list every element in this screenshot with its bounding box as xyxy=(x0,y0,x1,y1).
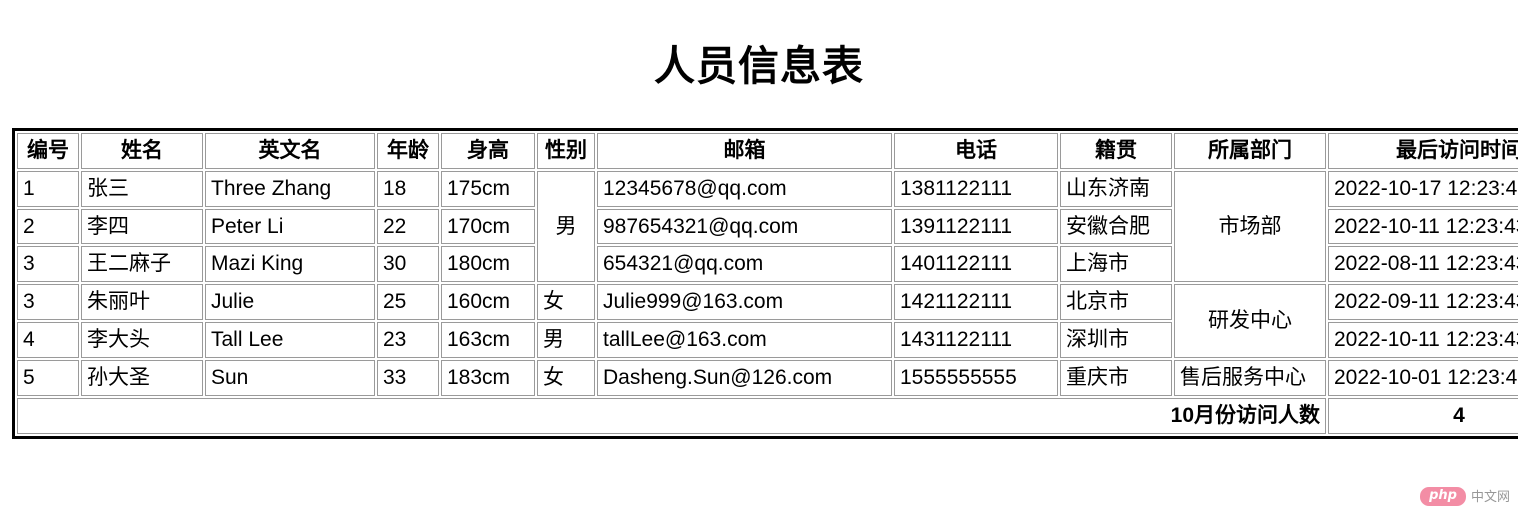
table-row: 3 朱丽叶 Julie 25 160cm 女 Julie999@163.com … xyxy=(17,284,1518,358)
header-age: 年龄 xyxy=(377,133,439,169)
header-native: 籍贯 xyxy=(1060,133,1172,169)
cell-height: 183cm xyxy=(441,359,535,396)
cell-height: 175cm xyxy=(441,170,535,207)
cell-name: 孙大圣 xyxy=(81,359,203,396)
cell-last-visit: 2022-08-11 12:23:43 xyxy=(1328,246,1518,283)
cell-name: 李大头 xyxy=(81,322,203,358)
table-row: 1 张三 Three Zhang 18 175cm 男 12345678@qq.… xyxy=(17,170,1518,283)
cell-name: 李四 xyxy=(81,208,203,245)
cell-email: 654321@qq.com xyxy=(597,246,892,283)
cell-name: 朱丽叶 xyxy=(81,284,203,321)
cell-gender: 女 xyxy=(537,284,595,321)
cell-email: tallLee@163.com xyxy=(597,322,892,358)
cell-en-name: Peter Li xyxy=(205,208,375,245)
table-footer: 10月份访问人数 4 xyxy=(17,397,1518,434)
cell-age: 33 xyxy=(377,359,439,396)
cell-phone: 1555555555 xyxy=(894,359,1058,396)
header-phone: 电话 xyxy=(894,133,1058,169)
header-last-visit: 最后访问时间 xyxy=(1328,133,1518,169)
php-logo-icon: php xyxy=(1420,487,1466,506)
header-department: 所属部门 xyxy=(1174,133,1326,169)
cell-en-name: Julie xyxy=(205,284,375,321)
cell-height: 163cm xyxy=(441,322,535,358)
cell-department-merged: 市场部 xyxy=(1174,170,1326,283)
cell-email: 12345678@qq.com xyxy=(597,170,892,207)
cell-phone: 1401122111 xyxy=(894,246,1058,283)
cell-age: 30 xyxy=(377,246,439,283)
cell-id: 3 xyxy=(17,246,79,283)
cell-native: 上海市 xyxy=(1060,246,1172,283)
cell-phone: 1421122111 xyxy=(894,284,1058,321)
cell-email: Julie999@163.com xyxy=(597,284,892,321)
cell-id: 4 xyxy=(17,322,79,358)
cell-department: 售后服务中心 xyxy=(1174,359,1326,396)
cell-age: 25 xyxy=(377,284,439,321)
cell-en-name: Mazi King xyxy=(205,246,375,283)
cell-name: 王二麻子 xyxy=(81,246,203,283)
table-header: 编号 姓名 英文名 年龄 身高 性别 邮箱 电话 籍贯 所属部门 最后访问时间 xyxy=(17,133,1518,169)
cell-phone: 1391122111 xyxy=(894,208,1058,245)
cell-id: 2 xyxy=(17,208,79,245)
cell-last-visit: 2022-10-11 12:23:43 xyxy=(1328,208,1518,245)
cell-native: 安徽合肥 xyxy=(1060,208,1172,245)
personnel-info-table: 编号 姓名 英文名 年龄 身高 性别 邮箱 电话 籍贯 所属部门 最后访问时间 … xyxy=(12,128,1518,439)
cell-native: 北京市 xyxy=(1060,284,1172,321)
cell-name: 张三 xyxy=(81,170,203,207)
header-name: 姓名 xyxy=(81,133,203,169)
header-en-name: 英文名 xyxy=(205,133,375,169)
cell-native: 重庆市 xyxy=(1060,359,1172,396)
cell-age: 22 xyxy=(377,208,439,245)
cell-id: 1 xyxy=(17,170,79,207)
cell-last-visit: 2022-10-11 12:23:43 xyxy=(1328,322,1518,358)
cell-email: 987654321@qq.com xyxy=(597,208,892,245)
header-id: 编号 xyxy=(17,133,79,169)
cell-height: 170cm xyxy=(441,208,535,245)
header-gender: 性别 xyxy=(537,133,595,169)
cell-phone: 1381122111 xyxy=(894,170,1058,207)
watermark: php 中文网 xyxy=(1420,487,1510,506)
table-body: 1 张三 Three Zhang 18 175cm 男 12345678@qq.… xyxy=(17,170,1518,396)
cell-en-name: Tall Lee xyxy=(205,322,375,358)
watermark-text: 中文网 xyxy=(1470,488,1510,504)
cell-height: 180cm xyxy=(441,246,535,283)
cell-native: 山东济南 xyxy=(1060,170,1172,207)
summary-row: 10月份访问人数 4 xyxy=(17,397,1518,434)
page-title: 人员信息表 xyxy=(654,43,864,89)
cell-gender: 女 xyxy=(537,359,595,396)
header-email: 邮箱 xyxy=(597,133,892,169)
cell-department-merged: 研发中心 xyxy=(1174,284,1326,358)
cell-id: 3 xyxy=(17,284,79,321)
table-row: 5 孙大圣 Sun 33 183cm 女 Dasheng.Sun@126.com… xyxy=(17,359,1518,396)
summary-label: 10月份访问人数 xyxy=(17,397,1326,434)
cell-gender: 男 xyxy=(537,322,595,358)
cell-gender-merged: 男 xyxy=(537,170,595,283)
cell-id: 5 xyxy=(17,359,79,396)
cell-last-visit: 2022-09-11 12:23:43 xyxy=(1328,284,1518,321)
cell-native: 深圳市 xyxy=(1060,322,1172,358)
page-root: 人员信息表 编号 姓名 英文名 年龄 身高 性别 邮箱 电话 籍贯 所属部门 最… xyxy=(0,0,1518,512)
cell-age: 23 xyxy=(377,322,439,358)
cell-phone: 1431122111 xyxy=(894,322,1058,358)
cell-en-name: Sun xyxy=(205,359,375,396)
cell-age: 18 xyxy=(377,170,439,207)
table-container: 编号 姓名 英文名 年龄 身高 性别 邮箱 电话 籍贯 所属部门 最后访问时间 … xyxy=(0,128,1518,439)
summary-value: 4 xyxy=(1328,397,1518,434)
table-header-row: 编号 姓名 英文名 年龄 身高 性别 邮箱 电话 籍贯 所属部门 最后访问时间 xyxy=(17,133,1518,169)
cell-last-visit: 2022-10-17 12:23:43 xyxy=(1328,170,1518,207)
cell-last-visit: 2022-10-01 12:23:43 xyxy=(1328,359,1518,396)
cell-height: 160cm xyxy=(441,284,535,321)
cell-email: Dasheng.Sun@126.com xyxy=(597,359,892,396)
header-height: 身高 xyxy=(441,133,535,169)
cell-en-name: Three Zhang xyxy=(205,170,375,207)
